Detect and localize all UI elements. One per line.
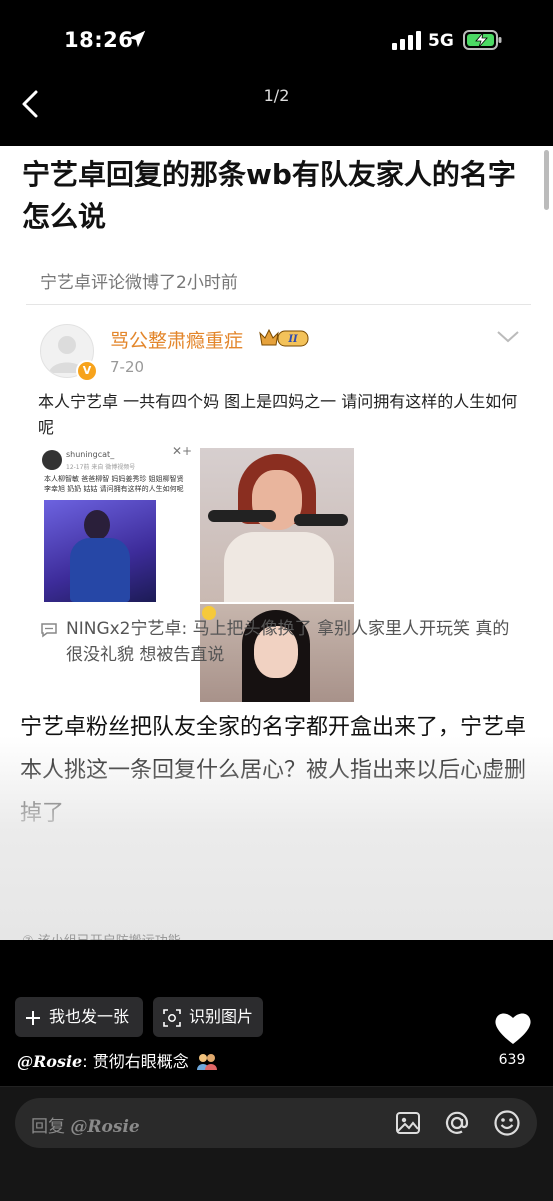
embedded-avatar [42,450,62,470]
photo-overlay-right [294,514,348,526]
emoji-icon[interactable] [493,1109,521,1137]
divider [26,304,531,305]
heart-icon[interactable] [493,1010,533,1046]
weibo-date: 7-20 [110,358,145,376]
reply-placeholder: 回复 @Rosie [31,1112,140,1137]
recognize-image-label: 识别图片 [189,1007,254,1026]
embedded-username: shuningcat_ [66,450,115,459]
embedded-text: 本人柳智敏 爸爸柳智 妈妈姜秀珍 姐姐柳智贤 李幸旭 奶奶 姑姑 请问拥有这样的… [44,475,184,493]
photo-shirt [224,532,334,602]
signal-icon [392,31,421,50]
reply-bar: 回复 @Rosie [0,1086,553,1201]
post-meta: 宁艺卓评论微博了2小时前 [40,273,238,293]
caption-handle[interactable]: @Rosie [17,1052,82,1071]
caption-text: 贯彻右眼概念 [92,1052,189,1071]
verified-badge: V [76,360,98,382]
status-bar: 18:26 5G [0,0,553,80]
close-mark-icon: ✕+ [172,444,193,458]
like-count: 639 [498,1052,526,1068]
weibo-text: 本人宁艺卓 一共有四个妈 图上是四妈之一 请问拥有这样的人生如何呢 [38,392,518,437]
crown-level-badge-icon: II [259,328,309,347]
network-type: 5G [428,31,454,51]
battery-charging-icon [463,30,502,50]
level-text: II [287,334,298,345]
comment-icon [41,623,57,638]
chevron-down-icon[interactable] [496,330,520,344]
plus-icon [26,1010,40,1025]
photo-overlay-left [208,510,276,522]
reply-placeholder-handle: @Rosie [70,1117,140,1137]
post-one-too-label: 我也发一张 [49,1007,130,1026]
clock: 18:26 [64,28,134,52]
reply-placeholder-prefix: 回复 [31,1117,65,1137]
post-card[interactable]: 宁艺卓回复的那条wb有队友家人的名字怎么说 宁艺卓评论微博了2小时前 V 骂公整… [0,146,553,940]
embedded-photo [44,500,156,602]
weibo-reply: NINGx2宁艺卓: 马上把头像换了 拿别人家里人开玩笑 真的很没礼貌 想被告直… [66,619,510,665]
location-arrow-icon [128,30,146,48]
embedded-screenshot-image[interactable]: shuningcat_ 12-17前 来自 微博视频号 本人柳智敏 爸爸柳智 妈… [40,448,196,602]
caption-separator: : [82,1052,88,1071]
page-indicator: 1/2 [263,86,290,105]
image-caption: @Rosie: 贯彻右眼概念 [17,1048,218,1072]
scan-icon [163,1008,181,1027]
reply-input[interactable]: 回复 @Rosie [15,1098,537,1148]
scrollbar[interactable] [544,150,549,210]
image-icon[interactable] [395,1110,421,1136]
mention-at-icon[interactable] [443,1109,471,1137]
embedded-sub: 12-17前 来自 微博视频号 [66,464,136,471]
recognize-image-button[interactable]: 识别图片 [153,997,263,1037]
photo-figure-head [84,510,110,540]
content-fade [0,736,553,940]
photo-figure-body [70,538,130,602]
post-photo-woman[interactable] [200,448,354,602]
hugging-people-emoji-icon [196,1054,217,1070]
post-title: 宁艺卓回复的那条wb有队友家人的名字怎么说 [22,158,516,233]
anti-repost-notice: ⑦ 该小组已开启防搬运功能 [22,930,181,940]
post-one-too-button[interactable]: 我也发一张 [15,997,143,1037]
weibo-username[interactable]: 骂公整肃瘾重症 [110,326,243,353]
